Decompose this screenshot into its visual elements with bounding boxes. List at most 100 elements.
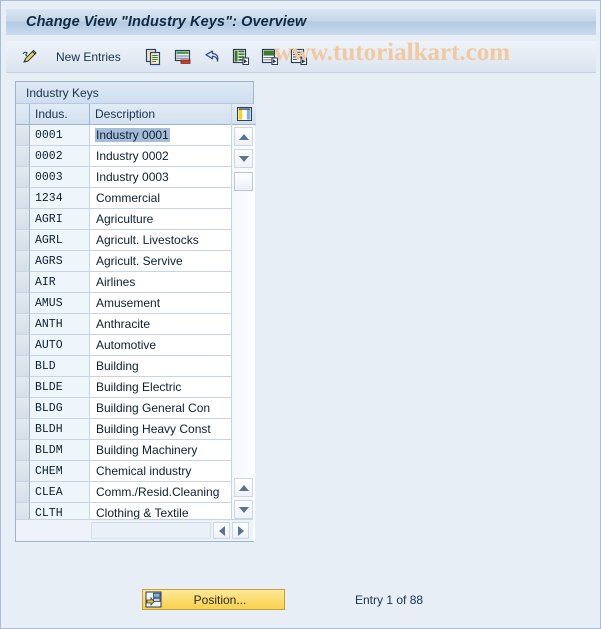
row-select-button[interactable] — [16, 377, 30, 398]
cell-description[interactable]: Agricult. Livestocks — [90, 230, 231, 251]
scroll-page-up-button[interactable] — [234, 478, 253, 497]
row-select-button[interactable] — [16, 398, 30, 419]
cell-indus[interactable]: ANTH — [30, 314, 90, 335]
scroll-left-button[interactable] — [213, 522, 230, 539]
cell-description[interactable]: Automotive — [90, 335, 231, 356]
cell-description[interactable]: Building Machinery — [90, 440, 231, 461]
cell-indus[interactable]: CHEM — [30, 461, 90, 482]
cell-description[interactable]: Building — [90, 356, 231, 377]
table-row[interactable]: BLD Building — [16, 356, 231, 377]
new-entries-button[interactable]: New Entries — [46, 45, 131, 69]
table-row[interactable]: AGRI Agriculture — [16, 209, 231, 230]
cell-indus[interactable]: AUTO — [30, 335, 90, 356]
cell-indus[interactable]: AGRI — [30, 209, 90, 230]
row-select-button[interactable] — [16, 209, 30, 230]
table-row[interactable]: 0002 Industry 0002 — [16, 146, 231, 167]
select-all-button[interactable] — [228, 45, 254, 69]
copy-as-button[interactable] — [141, 45, 167, 69]
row-select-button[interactable] — [16, 440, 30, 461]
cell-indus[interactable]: AGRL — [30, 230, 90, 251]
chevron-right-icon — [237, 525, 244, 536]
cell-description[interactable]: Industry 0001 — [90, 125, 231, 146]
cell-description[interactable]: Building Electric — [90, 377, 231, 398]
cell-description[interactable]: Anthracite — [90, 314, 231, 335]
cell-indus[interactable]: AGRS — [30, 251, 90, 272]
cell-description[interactable]: Industry 0003 — [90, 167, 231, 188]
cell-description[interactable]: Building Heavy Const — [90, 419, 231, 440]
row-select-button[interactable] — [16, 188, 30, 209]
row-select-button[interactable] — [16, 167, 30, 188]
row-select-button[interactable] — [16, 356, 30, 377]
cell-indus[interactable]: BLDE — [30, 377, 90, 398]
column-header-select[interactable] — [16, 104, 30, 124]
column-header-description[interactable]: Description — [90, 104, 231, 124]
table-row[interactable]: 1234 Commercial — [16, 188, 231, 209]
cell-description[interactable]: Agricult. Servive — [90, 251, 231, 272]
cell-description[interactable]: Amusement — [90, 293, 231, 314]
row-select-button[interactable] — [16, 146, 30, 167]
row-select-button[interactable] — [16, 482, 30, 503]
cell-indus[interactable]: BLDM — [30, 440, 90, 461]
cell-description[interactable]: Comm./Resid.Cleaning — [90, 482, 231, 503]
edit-button[interactable] — [15, 45, 43, 69]
table-row[interactable]: AGRL Agricult. Livestocks — [16, 230, 231, 251]
table-column-header-row: Indus. Description — [16, 104, 231, 125]
table-row[interactable]: BLDE Building Electric — [16, 377, 231, 398]
row-select-button[interactable] — [16, 314, 30, 335]
table-row[interactable]: 0003 Industry 0003 — [16, 167, 231, 188]
cell-description[interactable]: Building General Con — [90, 398, 231, 419]
scroll-page-down-button[interactable] — [234, 500, 253, 519]
row-select-button[interactable] — [16, 293, 30, 314]
table-settings-cell[interactable] — [232, 104, 256, 125]
table-row[interactable]: BLDH Building Heavy Const — [16, 419, 231, 440]
cell-description[interactable]: Airlines — [90, 272, 231, 293]
table-row[interactable]: 0001 Industry 0001 — [16, 125, 231, 146]
row-select-button[interactable] — [16, 335, 30, 356]
cell-indus[interactable]: 0002 — [30, 146, 90, 167]
table-row[interactable]: AGRS Agricult. Servive — [16, 251, 231, 272]
table-row[interactable]: BLDM Building Machinery — [16, 440, 231, 461]
cell-indus[interactable]: AMUS — [30, 293, 90, 314]
delete-button[interactable] — [170, 45, 196, 69]
cell-description-text: Clothing & Textile — [96, 506, 189, 520]
cell-description[interactable]: Industry 0002 — [90, 146, 231, 167]
table-row[interactable]: AIR Airlines — [16, 272, 231, 293]
delete-row-icon — [174, 49, 191, 64]
table-row[interactable]: CLEA Comm./Resid.Cleaning — [16, 482, 231, 503]
undo-button[interactable] — [199, 45, 225, 69]
cell-indus[interactable]: CLEA — [30, 482, 90, 503]
cell-indus[interactable]: BLDH — [30, 419, 90, 440]
scroll-right-button[interactable] — [232, 522, 249, 539]
row-select-button[interactable] — [16, 125, 30, 146]
industry-keys-group: Industry Keys Indus. Description 0001 Ind… — [15, 81, 256, 542]
row-select-button[interactable] — [16, 272, 30, 293]
table-row[interactable]: CHEM Chemical industry — [16, 461, 231, 482]
row-select-button[interactable] — [16, 230, 30, 251]
cell-indus[interactable]: BLDG — [30, 398, 90, 419]
row-select-button[interactable] — [16, 461, 30, 482]
cell-indus[interactable]: BLD — [30, 356, 90, 377]
table-vertical-scrollbar[interactable] — [231, 104, 256, 541]
table-row[interactable]: AUTO Automotive — [16, 335, 231, 356]
table-row[interactable]: AMUS Amusement — [16, 293, 231, 314]
cell-description[interactable]: Agriculture — [90, 209, 231, 230]
column-header-indus[interactable]: Indus. — [30, 104, 90, 124]
cell-indus[interactable]: 1234 — [30, 188, 90, 209]
scroll-up-button[interactable] — [234, 127, 253, 146]
cell-indus[interactable]: 0003 — [30, 167, 90, 188]
cell-description[interactable]: Commercial — [90, 188, 231, 209]
row-select-button[interactable] — [16, 419, 30, 440]
chevron-down-icon — [238, 155, 249, 162]
table-row[interactable]: BLDG Building General Con — [16, 398, 231, 419]
cell-indus[interactable]: 0001 — [30, 125, 90, 146]
table-row[interactable]: ANTH Anthracite — [16, 314, 231, 335]
cell-indus[interactable]: AIR — [30, 272, 90, 293]
position-button[interactable]: Position... — [142, 589, 285, 610]
cell-description[interactable]: Chemical industry — [90, 461, 231, 482]
scroll-down-button[interactable] — [234, 149, 253, 168]
table-horizontal-scrollbar[interactable] — [16, 519, 253, 541]
hscroll-track[interactable] — [91, 522, 211, 539]
scroll-thumb[interactable] — [234, 172, 253, 191]
row-select-button[interactable] — [16, 251, 30, 272]
undo-arrow-icon — [205, 49, 219, 62]
